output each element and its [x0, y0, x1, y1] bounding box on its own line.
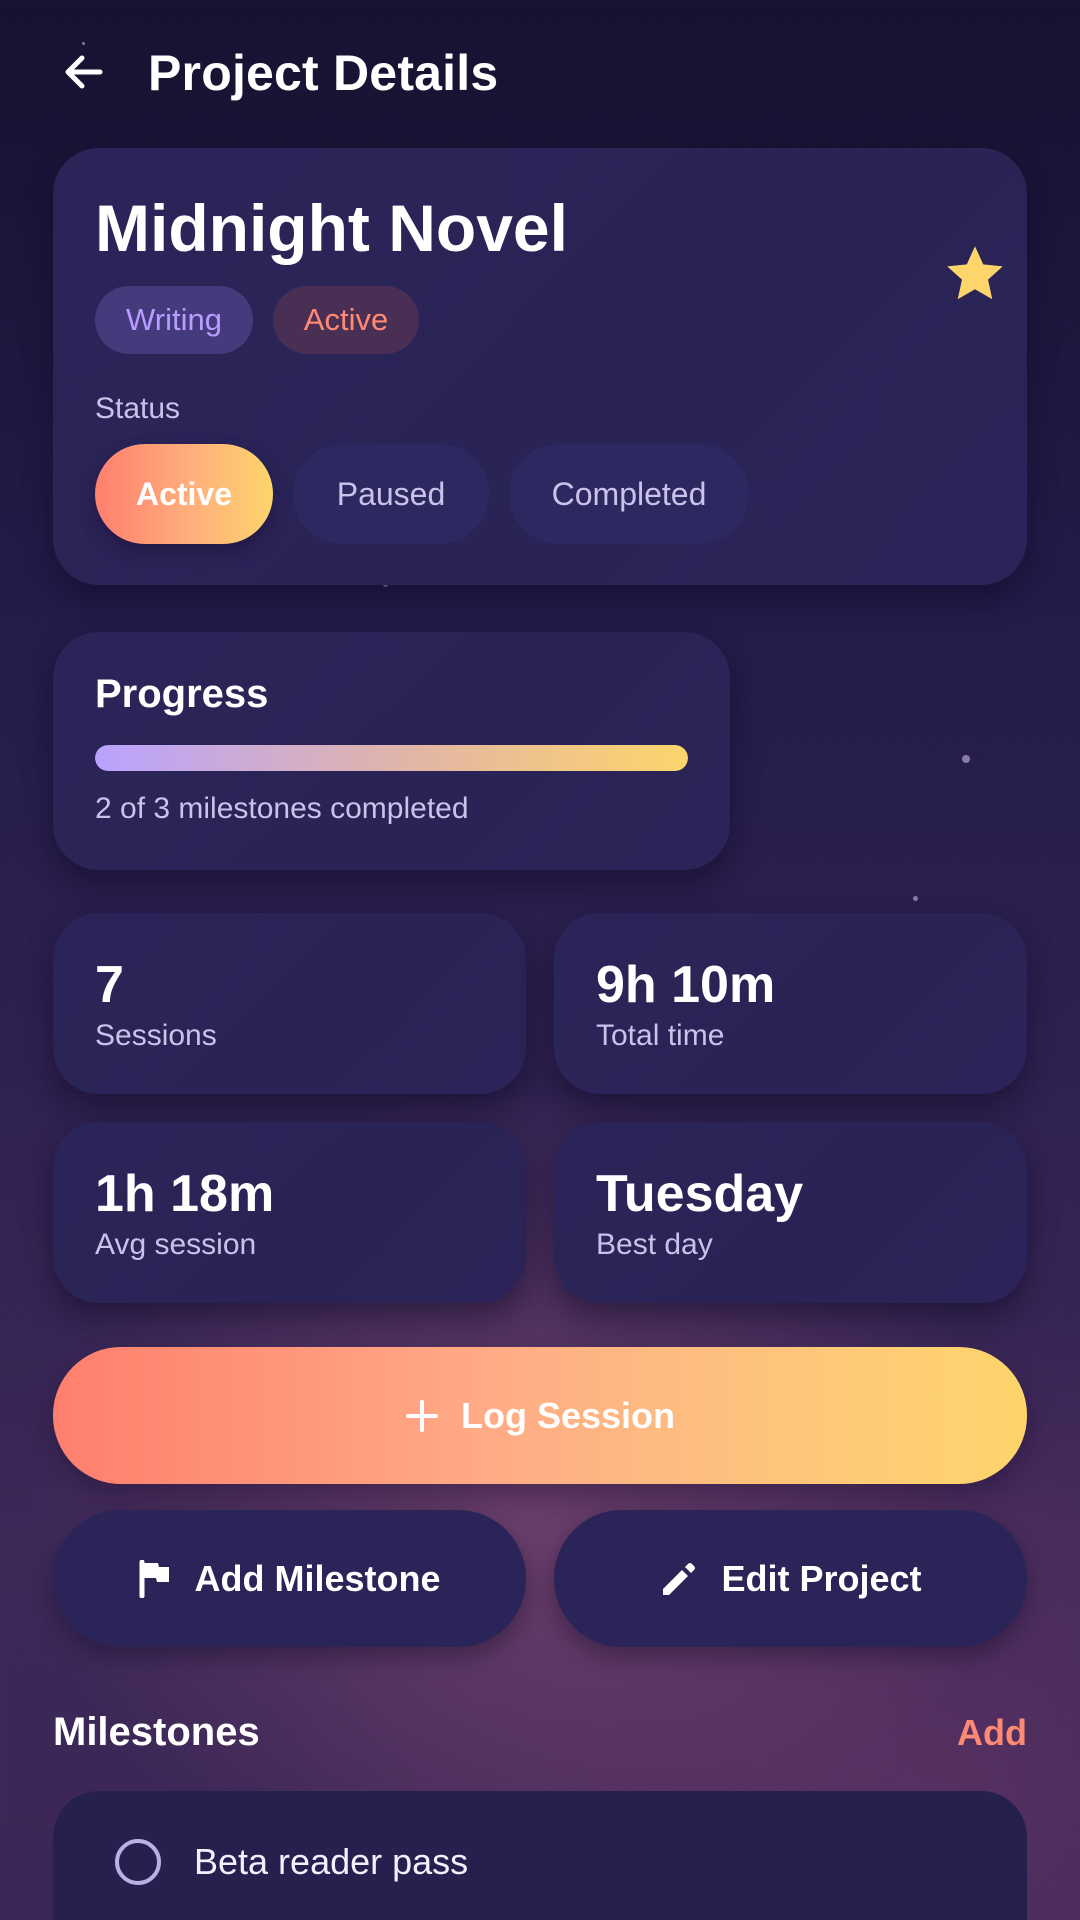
status-option-completed[interactable]: Completed: [509, 444, 749, 544]
stat-label: Total time: [596, 1019, 725, 1052]
background-star: [913, 896, 918, 901]
edit-project-button[interactable]: Edit Project: [554, 1510, 1027, 1647]
status-option-paused[interactable]: Paused: [293, 444, 489, 544]
stat-card-total-time: 9h 10m Total time: [554, 913, 1027, 1094]
progress-bar: [95, 745, 688, 771]
progress-text: 2 of 3 milestones completed: [95, 792, 469, 825]
add-milestone-link[interactable]: Add: [957, 1712, 1027, 1754]
progress-title: Progress: [95, 672, 269, 716]
page-title: Project Details: [148, 45, 499, 101]
progress-bar-fill: [95, 745, 688, 771]
list-item[interactable]: Beta reader pass: [53, 1791, 1027, 1920]
status-tag: Active: [273, 286, 419, 354]
stat-card-sessions: 7 Sessions: [53, 913, 526, 1094]
add-milestone-label: Add Milestone: [194, 1557, 441, 1599]
background-star: [962, 755, 970, 763]
star-icon[interactable]: [941, 240, 1009, 308]
stat-card-best-day: Tuesday Best day: [554, 1122, 1027, 1303]
stat-label: Avg session: [95, 1228, 257, 1261]
plus-icon: [405, 1399, 438, 1432]
pencil-icon: [663, 1562, 696, 1595]
edit-project-label: Edit Project: [721, 1557, 922, 1599]
milestone-label: Beta reader pass: [194, 1841, 469, 1882]
stat-value: 7: [95, 956, 124, 1014]
status-label: Status: [95, 392, 181, 425]
log-session-label: Log Session: [460, 1394, 676, 1436]
flag-icon: [139, 1559, 170, 1598]
stat-label: Sessions: [95, 1019, 217, 1052]
arrow-left-icon: [65, 55, 103, 89]
milestones-heading: Milestones: [53, 1710, 260, 1754]
stat-value: 9h 10m: [596, 956, 776, 1014]
category-tag: Writing: [95, 286, 253, 354]
add-milestone-button[interactable]: Add Milestone: [53, 1510, 526, 1647]
stat-value: Tuesday: [596, 1165, 804, 1223]
progress-card: Progress 2 of 3 milestones completed: [53, 632, 730, 870]
top-app-bar: Project Details: [0, 0, 1080, 150]
stat-card-avg-session: 1h 18m Avg session: [53, 1122, 526, 1303]
stat-value: 1h 18m: [95, 1165, 275, 1223]
project-summary-card: Midnight Novel Writing Active Status Act…: [53, 148, 1027, 585]
back-button[interactable]: [52, 40, 116, 104]
project-name: Midnight Novel: [95, 191, 568, 265]
stat-label: Best day: [596, 1228, 713, 1261]
status-option-active[interactable]: Active: [95, 444, 273, 544]
log-session-button[interactable]: Log Session: [53, 1347, 1027, 1484]
milestone-checkbox[interactable]: [115, 1839, 161, 1885]
